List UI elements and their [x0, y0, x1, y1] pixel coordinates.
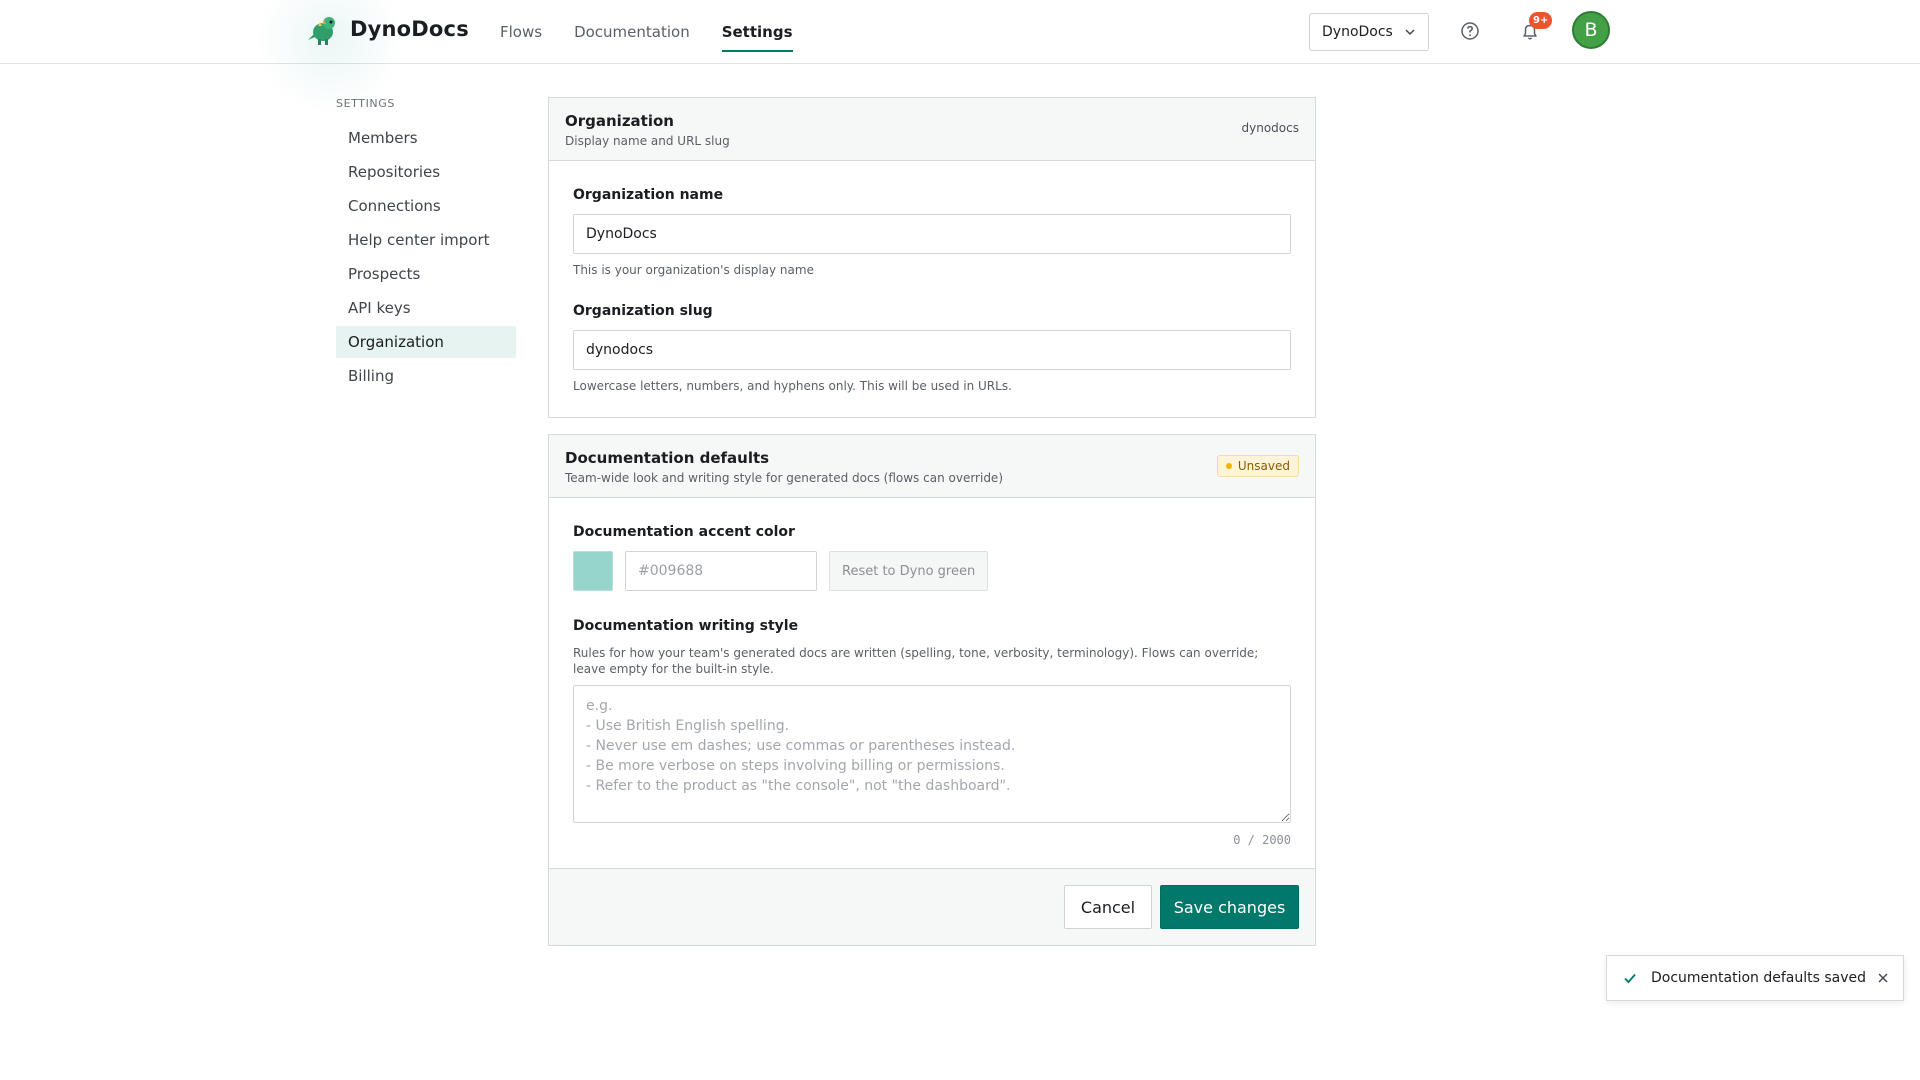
organization-slug-input[interactable] — [573, 330, 1291, 370]
organization-name-input[interactable] — [573, 214, 1291, 254]
unsaved-dot-icon — [1225, 463, 1232, 469]
top-navigation-bar: DynoDocs Flows Documentation Settings Dy… — [0, 0, 1920, 120]
sidebar-item-organization[interactable]: Organization — [336, 326, 516, 358]
organization-panel: Organization Display name and URL slug d… — [548, 97, 1316, 418]
toast-message: Documentation defaults saved — [1651, 970, 1867, 986]
organization-name-hint: This is your organization's display name — [573, 263, 814, 277]
organization-name-label: Organization name — [573, 187, 724, 203]
nav-settings[interactable]: Settings — [721, 0, 793, 64]
brand[interactable]: DynoDocs — [306, 12, 469, 46]
nav-documentation[interactable]: Documentation — [574, 0, 690, 64]
writing-style-textarea[interactable] — [573, 685, 1291, 823]
avatar[interactable]: B — [1572, 11, 1610, 49]
documentation-defaults-header: Documentation defaults Team-wide look an… — [549, 435, 1315, 498]
organization-slug-label: Organization slug — [573, 303, 713, 319]
sidebar-item-members[interactable]: Members — [336, 122, 516, 154]
writing-style-label: Documentation writing style — [573, 618, 799, 634]
organization-panel-header: Organization Display name and URL slug d… — [549, 98, 1315, 161]
documentation-defaults-footer: Cancel Save changes — [549, 868, 1315, 945]
sidebar-item-api-keys[interactable]: API keys — [336, 292, 516, 324]
nav-flows[interactable]: Flows — [500, 0, 542, 64]
writing-style-hint: Rules for how your team's generated docs… — [573, 646, 1259, 676]
sidebar-item-help-center-import[interactable]: Help center import — [336, 224, 516, 256]
documentation-defaults-panel: Documentation defaults Team-wide look an… — [548, 434, 1316, 946]
character-counter: 0 / 2000 — [1233, 833, 1291, 847]
documentation-defaults-subtitle: Team-wide look and writing style for gen… — [565, 471, 1003, 485]
main-nav: Flows Documentation Settings — [500, 0, 793, 64]
documentation-defaults-body: Documentation accent color Reset to Dyno… — [549, 498, 1315, 868]
sidebar-item-prospects[interactable]: Prospects — [336, 258, 516, 290]
dino-logo-icon — [308, 17, 335, 45]
help-circle-icon[interactable] — [1459, 20, 1481, 42]
unsaved-status-badge: Unsaved — [1216, 455, 1299, 477]
documentation-defaults-title: Documentation defaults — [565, 449, 770, 467]
unsaved-status-text: Unsaved — [1237, 459, 1290, 473]
accent-color-swatch[interactable] — [573, 551, 613, 591]
accent-color-input[interactable] — [625, 551, 817, 591]
organization-slug-hint: Lowercase letters, numbers, and hyphens … — [573, 379, 1012, 393]
organization-panel-title: Organization — [565, 112, 674, 130]
sidebar-item-connections[interactable]: Connections — [336, 190, 516, 222]
organization-panel-subtitle: Display name and URL slug — [565, 134, 730, 148]
accent-color-label: Documentation accent color — [573, 524, 795, 540]
sidebar-item-billing[interactable]: Billing — [336, 360, 516, 392]
close-icon[interactable] — [1877, 972, 1889, 984]
organization-slug-meta: dynodocs — [1241, 121, 1299, 135]
accent-color-row: Reset to Dyno green — [573, 551, 1315, 591]
sidebar-heading: SETTINGS — [336, 97, 395, 110]
org-selector[interactable]: DynoDocs — [1309, 13, 1429, 51]
check-icon — [1624, 973, 1636, 984]
success-toast: Documentation defaults saved — [1606, 955, 1904, 1001]
notification-badge: 9+ — [1529, 12, 1553, 29]
organization-panel-body: Organization name This is your organizat… — [549, 161, 1315, 394]
sidebar-item-repositories[interactable]: Repositories — [336, 156, 516, 188]
reset-accent-button[interactable]: Reset to Dyno green — [829, 551, 989, 591]
settings-sidebar: SETTINGS Members Repositories Connection… — [336, 96, 516, 394]
brand-name: DynoDocs — [350, 17, 469, 41]
save-changes-button[interactable]: Save changes — [1160, 885, 1299, 929]
chevron-down-icon — [1405, 29, 1415, 36]
cancel-button[interactable]: Cancel — [1064, 885, 1152, 929]
org-selector-label: DynoDocs — [1322, 24, 1393, 40]
